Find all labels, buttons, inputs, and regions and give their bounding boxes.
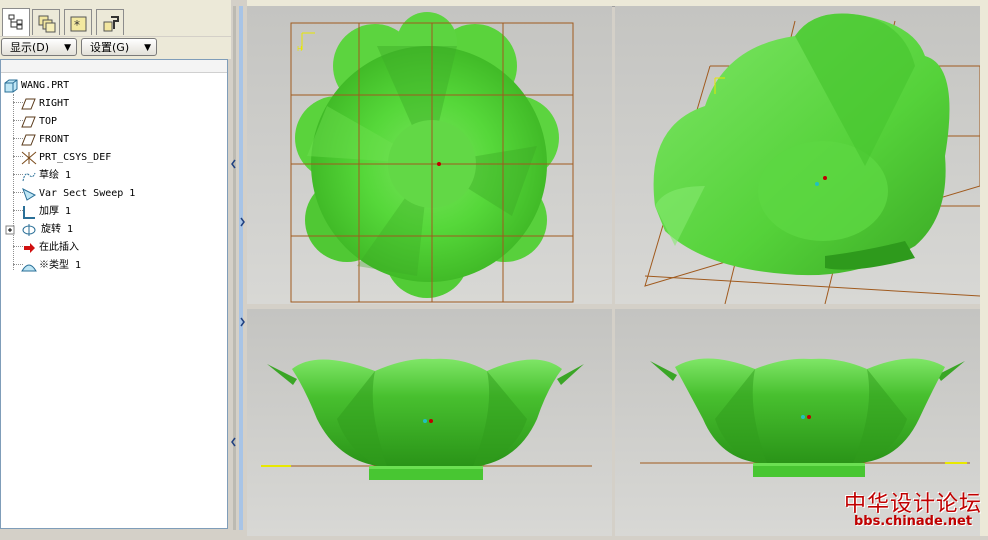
chevron-down-icon: ▼: [64, 43, 71, 53]
revolve-icon: [22, 224, 36, 236]
csys-axis-marker: [815, 182, 819, 186]
viewport-top-view[interactable]: H: [247, 6, 612, 304]
front-view-drawing: [261, 358, 592, 480]
viewport-front-view[interactable]: [247, 309, 612, 536]
top-view-drawing: H: [290, 12, 574, 303]
settings-button[interactable]: 设置(G) ▼: [81, 38, 157, 56]
datum-plane-icon: [21, 134, 36, 146]
style-icon: [21, 264, 37, 272]
svg-text:H: H: [297, 45, 302, 53]
isometric-view-drawing: [644, 13, 980, 304]
plane-tag: H: [297, 32, 315, 53]
tree-item-label: ※类型 1: [39, 260, 82, 271]
display-button[interactable]: 显示(D) ▼: [1, 38, 77, 56]
tree-item-label: RIGHT: [39, 98, 70, 109]
tree-item-label: TOP: [39, 116, 58, 127]
flower-bowl-top: [295, 12, 559, 298]
part-icon: [4, 79, 18, 93]
tree-item-label: 在此插入: [39, 242, 79, 253]
tab-model-tree[interactable]: [2, 8, 30, 36]
tree-item-label: 草绘 1: [39, 170, 72, 181]
tree-item-label: Var Sect Sweep 1: [39, 188, 136, 199]
sweep-icon: [22, 187, 37, 201]
csys-origin-marker: [429, 419, 433, 423]
navigator-tab-bar: *: [0, 6, 232, 36]
expand-plus-icon[interactable]: [5, 223, 17, 237]
flower-bowl-iso: [653, 13, 950, 276]
csys-origin-marker: [823, 176, 827, 180]
layers-icon: [38, 15, 56, 33]
tree-item-label: FRONT: [39, 134, 70, 145]
csys-origin-marker: [437, 162, 441, 166]
viewport-isometric-view[interactable]: [615, 6, 980, 304]
settings-button-label: 设置(G): [90, 41, 130, 54]
tree-item-label: 加厚 1: [39, 206, 72, 217]
sketch-icon: [22, 172, 36, 182]
splitter-graphics: [231, 6, 245, 530]
csys-axis-marker: [423, 419, 427, 423]
tree-button-row: 显示(D) ▼ 设置(G) ▼: [0, 37, 232, 59]
csys-origin-marker: [807, 415, 811, 419]
svg-text:*: *: [74, 18, 80, 32]
chevron-down-icon: ▼: [144, 43, 151, 53]
forum-watermark: 中华设计论坛 bbs.chinade.net: [843, 486, 983, 532]
insert-here-arrow-icon: [24, 243, 35, 253]
tree-item-label: WANG.PRT: [21, 80, 70, 91]
panel-splitter[interactable]: [231, 0, 247, 536]
coordinate-system-icon: [21, 151, 37, 165]
datum-plane-icon: [21, 116, 36, 128]
datum-plane-icon: [21, 98, 36, 110]
tools-icon: [103, 16, 119, 32]
model-tree-icon: [8, 14, 23, 30]
watermark-url-text: bbs.chinade.net: [853, 514, 973, 529]
thicken-icon: [23, 206, 35, 219]
tab-layers[interactable]: [32, 9, 60, 35]
right-toolbar[interactable]: [980, 0, 988, 536]
tree-item-label: PRT_CSYS_DEF: [39, 152, 112, 163]
tree-item-label: 旋转 1: [41, 224, 74, 235]
favorites-icon: *: [70, 16, 87, 32]
tab-favorites[interactable]: *: [64, 9, 92, 35]
tree-column-header: [1, 60, 227, 73]
csys-axis-marker: [801, 415, 805, 419]
tab-tools[interactable]: [96, 9, 124, 35]
model-tree-panel[interactable]: WANG.PRT RIGHT TOP FRONT PRT_CSYS_DEF 草绘…: [0, 59, 228, 529]
display-button-label: 显示(D): [10, 41, 50, 54]
